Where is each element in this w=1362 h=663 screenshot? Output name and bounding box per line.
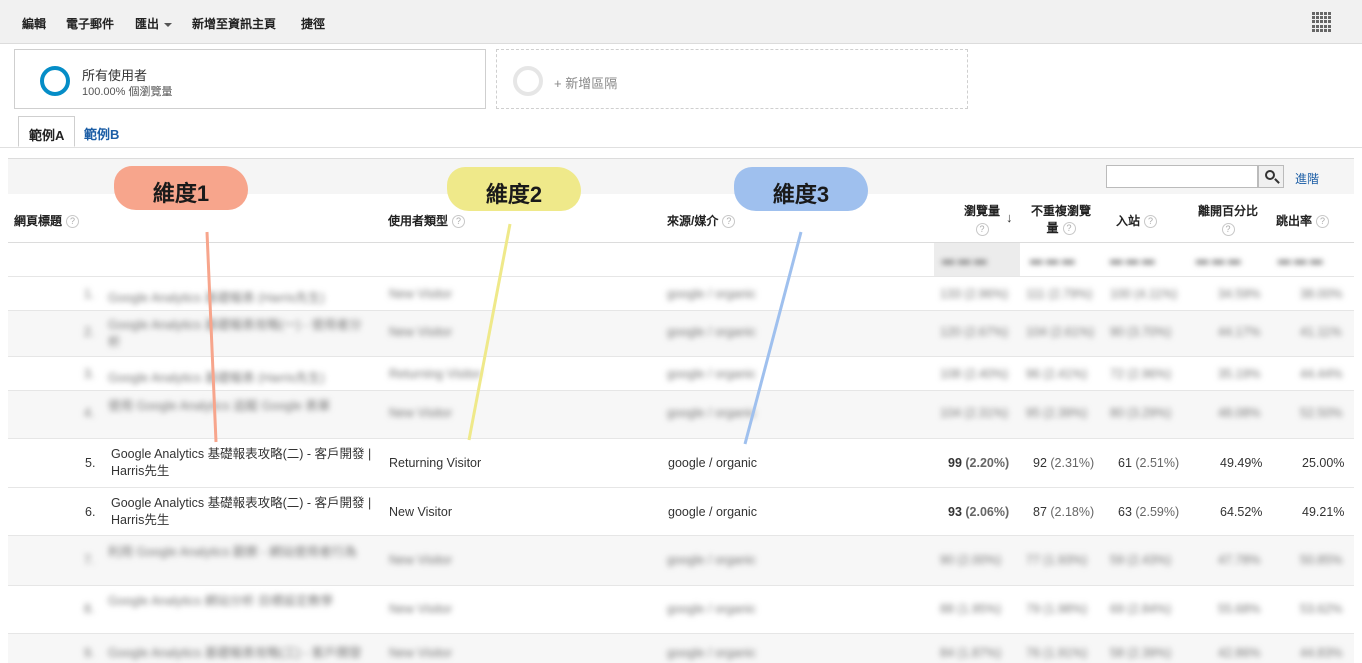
dimension-1-pointer [205,231,218,443]
dimension-1-label: 維度1 [152,181,210,206]
dimension-2-pointer [467,223,512,441]
annotation-lines [205,223,803,445]
dimension-3-label: 維度3 [772,182,830,207]
dimension-2-label: 維度2 [485,182,543,207]
dimension-3-pointer [743,231,803,445]
